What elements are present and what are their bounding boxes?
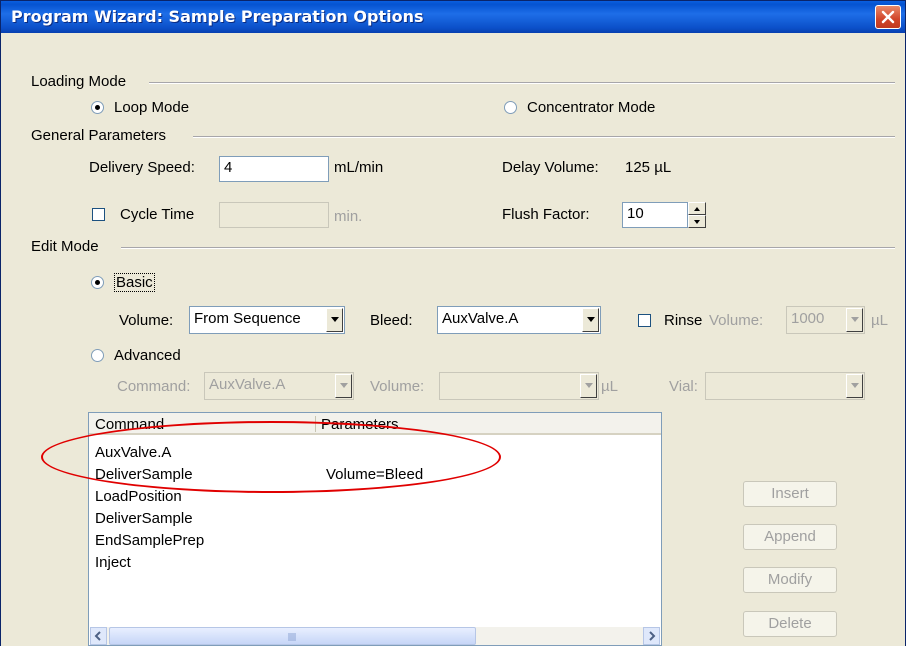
- window-title: Program Wizard: Sample Preparation Optio…: [11, 7, 424, 26]
- column-header-command[interactable]: Command: [89, 413, 315, 435]
- chevron-down-icon[interactable]: [846, 308, 863, 332]
- chevron-down-icon[interactable]: [846, 374, 863, 398]
- scroll-left-button[interactable]: [90, 627, 107, 645]
- bleed-select-value: AuxValve.A: [442, 310, 519, 327]
- vial-label: Vial:: [669, 378, 698, 395]
- loading-mode-label: Loading Mode: [31, 73, 127, 90]
- loading-mode-divider: [149, 82, 895, 84]
- delivery-speed-label: Delivery Speed:: [89, 159, 195, 176]
- list-item[interactable]: AuxValve.A: [95, 444, 171, 461]
- scroll-right-button[interactable]: [643, 627, 660, 645]
- close-button[interactable]: [875, 5, 901, 29]
- rinse-volume-value: 1000: [791, 310, 825, 327]
- grip-icon: [288, 633, 296, 641]
- advanced-label[interactable]: Advanced: [114, 347, 181, 364]
- delay-volume-label: Delay Volume:: [502, 159, 599, 176]
- basic-label[interactable]: Basic: [114, 273, 155, 292]
- rinse-unit: µL: [871, 312, 888, 329]
- list-item-parameters[interactable]: Volume=Bleed: [326, 466, 423, 483]
- delete-button[interactable]: Delete: [743, 611, 837, 637]
- close-icon: [881, 10, 895, 24]
- edit-mode-divider: [121, 247, 895, 249]
- loop-mode-radio[interactable]: [91, 101, 104, 114]
- cycle-time-checkbox[interactable]: [92, 208, 105, 221]
- program-wizard-dialog: Program Wizard: Sample Preparation Optio…: [0, 0, 906, 656]
- rinse-volume-select[interactable]: 1000: [786, 306, 865, 334]
- rinse-checkbox[interactable]: [638, 314, 651, 327]
- loop-mode-label[interactable]: Loop Mode: [114, 99, 189, 116]
- list-item[interactable]: DeliverSample: [95, 510, 193, 527]
- rinse-volume-label: Volume:: [709, 312, 764, 329]
- bleed-label: Bleed:: [370, 312, 413, 329]
- advanced-volume-unit: µL: [601, 378, 618, 395]
- delay-volume-value: 125 µL: [625, 159, 672, 176]
- column-divider[interactable]: [315, 416, 316, 432]
- concentrator-mode-label[interactable]: Concentrator Mode: [527, 99, 655, 116]
- flush-factor-label: Flush Factor:: [502, 206, 590, 223]
- rinse-label[interactable]: Rinse: [664, 312, 702, 329]
- cycle-time-label[interactable]: Cycle Time: [120, 206, 194, 223]
- chevron-down-icon[interactable]: [335, 374, 352, 398]
- spin-up-icon[interactable]: [688, 202, 706, 215]
- append-button[interactable]: Append: [743, 524, 837, 550]
- chevron-down-icon[interactable]: [580, 374, 597, 398]
- general-parameters-label: General Parameters: [31, 127, 167, 144]
- vial-select[interactable]: [705, 372, 865, 400]
- edit-mode-label: Edit Mode: [31, 238, 99, 255]
- list-item[interactable]: EndSamplePrep: [95, 532, 204, 549]
- arrow-right-icon: [649, 631, 656, 641]
- bleed-select[interactable]: AuxValve.A: [437, 306, 601, 334]
- basic-radio[interactable]: [91, 276, 104, 289]
- volume-select[interactable]: From Sequence: [189, 306, 345, 334]
- scrollbar-thumb[interactable]: [109, 627, 476, 645]
- general-parameters-divider: [193, 136, 895, 138]
- chevron-down-icon[interactable]: [326, 308, 343, 332]
- command-select-value: AuxValve.A: [209, 376, 286, 393]
- list-item[interactable]: DeliverSample: [95, 466, 193, 483]
- command-select[interactable]: AuxValve.A: [204, 372, 354, 400]
- title-bar[interactable]: Program Wizard: Sample Preparation Optio…: [1, 1, 905, 33]
- cropped-document-text: [0, 646, 906, 656]
- cycle-time-input[interactable]: [219, 202, 329, 228]
- volume-label: Volume:: [119, 312, 174, 329]
- flush-factor-spinner[interactable]: [688, 202, 706, 228]
- delivery-speed-unit: mL/min: [334, 159, 384, 176]
- volume-select-value: From Sequence: [194, 310, 301, 327]
- horizontal-scrollbar[interactable]: [90, 627, 660, 645]
- arrow-left-icon: [94, 631, 101, 641]
- command-list[interactable]: Command Parameters AuxValve.A DeliverSam…: [88, 412, 662, 646]
- insert-button[interactable]: Insert: [743, 481, 837, 507]
- chevron-down-icon[interactable]: [582, 308, 599, 332]
- cycle-time-unit: min.: [334, 208, 363, 225]
- flush-factor-input[interactable]: 10: [622, 202, 688, 228]
- advanced-volume-label: Volume:: [370, 378, 425, 395]
- list-item[interactable]: Inject: [95, 554, 131, 571]
- command-label: Command:: [117, 378, 191, 395]
- delivery-speed-input[interactable]: 4: [219, 156, 329, 182]
- column-header-parameters[interactable]: Parameters: [315, 413, 661, 435]
- modify-button[interactable]: Modify: [743, 567, 837, 593]
- spin-down-icon[interactable]: [688, 215, 706, 228]
- advanced-volume-select[interactable]: [439, 372, 599, 400]
- list-item[interactable]: LoadPosition: [95, 488, 182, 505]
- concentrator-mode-radio[interactable]: [504, 101, 517, 114]
- advanced-radio[interactable]: [91, 349, 104, 362]
